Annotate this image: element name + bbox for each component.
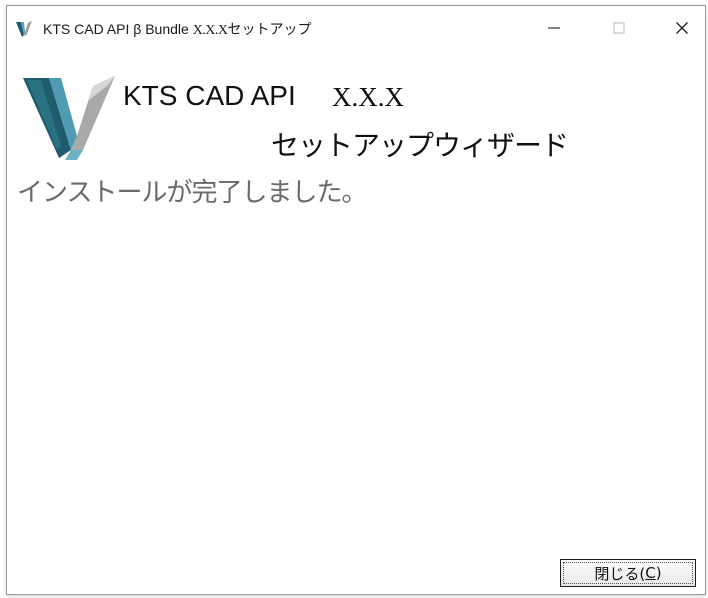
install-complete-message: インストールが完了しました。 bbox=[17, 178, 367, 208]
product-version: X.X.X bbox=[332, 82, 404, 112]
window-title-prefix: KTS CAD API β Bundle bbox=[43, 21, 193, 37]
wizard-title: セットアップウィザード bbox=[271, 129, 569, 162]
close-label-suffix: ) bbox=[655, 564, 662, 582]
setup-window: KTS CAD API β Bundle X.X.Xセットアップ KTS CAD… bbox=[6, 5, 706, 595]
kts-v-logo-icon bbox=[23, 76, 115, 160]
close-button-label: 閉じる(C) bbox=[563, 562, 693, 584]
window-title-version: X.X.X bbox=[192, 23, 228, 38]
minimize-icon bbox=[548, 27, 560, 29]
window-title-suffix: セットアップ bbox=[227, 21, 312, 37]
close-window-button[interactable] bbox=[653, 6, 708, 50]
minimize-button[interactable] bbox=[525, 6, 583, 50]
product-name: KTS CAD API bbox=[123, 80, 296, 111]
maximize-icon bbox=[613, 22, 625, 34]
window-title: KTS CAD API β Bundle X.X.Xセットアップ bbox=[43, 19, 312, 39]
close-label-prefix: 閉じる( bbox=[594, 564, 646, 583]
close-icon bbox=[676, 22, 688, 34]
maximize-button[interactable] bbox=[590, 6, 648, 50]
app-logo-icon bbox=[16, 21, 32, 37]
close-label-accelerator: C bbox=[645, 564, 656, 582]
close-button[interactable]: 閉じる(C) bbox=[560, 559, 696, 587]
title-bar[interactable]: KTS CAD API β Bundle X.X.Xセットアップ bbox=[7, 6, 705, 50]
